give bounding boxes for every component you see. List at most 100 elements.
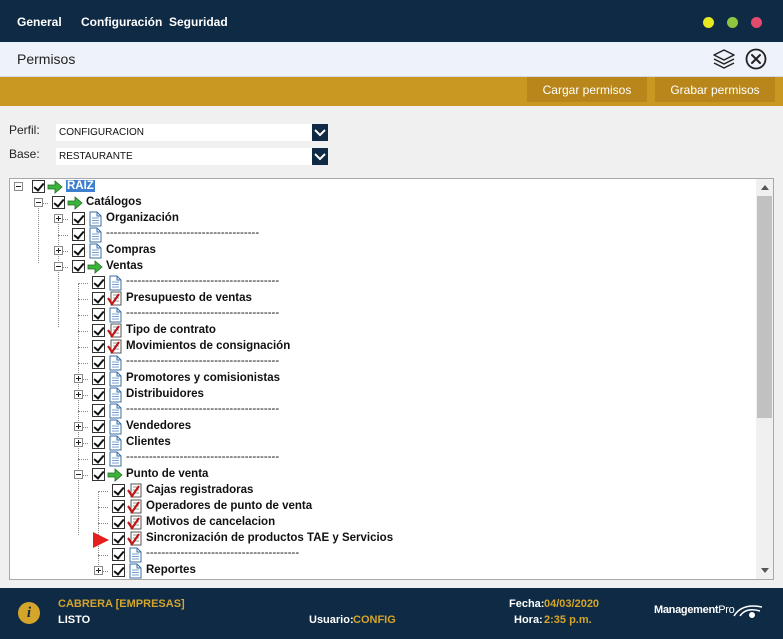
node-checkbox[interactable] xyxy=(112,532,125,545)
tree-node[interactable]: ---------------------------------------- xyxy=(10,307,750,323)
menu-configuracion[interactable]: Configuración xyxy=(81,15,162,29)
tree-node[interactable]: Distribuidores xyxy=(10,387,750,403)
menu-seguridad[interactable]: Seguridad xyxy=(169,15,228,29)
node-checkbox[interactable] xyxy=(72,212,85,225)
layers-icon[interactable] xyxy=(712,48,736,70)
tree-node[interactable]: RAIZ xyxy=(10,179,750,195)
node-checkbox[interactable] xyxy=(92,292,105,305)
node-checkbox[interactable] xyxy=(92,404,105,417)
node-checkbox[interactable] xyxy=(92,468,105,481)
tree-node[interactable]: Tipo de contrato xyxy=(10,323,750,339)
tree-node[interactable]: Ventas xyxy=(10,259,750,275)
collapse-icon[interactable] xyxy=(54,262,63,271)
permissions-tree[interactable]: RAIZ Catálogos Organización ---------------… xyxy=(9,178,774,580)
tree-node-label: Reportes xyxy=(146,564,196,576)
tree-scrollbar[interactable] xyxy=(756,179,773,579)
tree-node[interactable]: Promotores y comisionistas xyxy=(10,371,750,387)
document-icon xyxy=(129,547,142,563)
minimize-button[interactable] xyxy=(703,17,714,28)
node-checkbox[interactable] xyxy=(112,564,125,577)
chevron-down-icon[interactable] xyxy=(312,124,328,141)
expand-icon[interactable] xyxy=(54,214,63,223)
grabar-permisos-button[interactable]: Grabar permisos xyxy=(655,77,775,102)
tree-node[interactable]: Catálogos xyxy=(10,195,750,211)
tree-node[interactable]: Vendedores xyxy=(10,419,750,435)
document-icon xyxy=(109,419,122,435)
node-checkbox[interactable] xyxy=(72,244,85,257)
node-checkbox[interactable] xyxy=(92,356,105,369)
perfil-select[interactable]: CONFIGURACION xyxy=(56,124,328,141)
tree-node[interactable]: Motivos de cancelacion xyxy=(10,515,750,531)
scroll-up-icon[interactable] xyxy=(756,179,773,196)
document-icon xyxy=(109,435,122,451)
node-checkbox[interactable] xyxy=(92,372,105,385)
tree-node[interactable]: ---------------------------------------- xyxy=(10,227,750,243)
node-checkbox[interactable] xyxy=(92,452,105,465)
tree-node[interactable]: ---------------------------------------- xyxy=(10,547,750,563)
green-arrow-icon xyxy=(107,468,123,482)
pointer-arrow-icon xyxy=(93,532,109,548)
brand-logo: ManagementPro xyxy=(654,604,735,616)
tree-node[interactable]: Compras xyxy=(10,243,750,259)
expand-icon[interactable] xyxy=(94,566,103,575)
document-icon xyxy=(89,211,102,227)
tree-node[interactable]: Reportes xyxy=(10,563,750,579)
tree-node-label: Ventas xyxy=(106,260,144,272)
tree-separator: ---------------------------------------- xyxy=(126,275,280,287)
node-checkbox[interactable] xyxy=(92,420,105,433)
tree-separator: ---------------------------------------- xyxy=(126,451,280,463)
node-checkbox[interactable] xyxy=(72,228,85,241)
tree-node[interactable]: Cajas registradoras xyxy=(10,483,750,499)
tree-separator: ---------------------------------------- xyxy=(126,307,280,319)
tree-node[interactable]: ---------------------------------------- xyxy=(10,355,750,371)
collapse-icon[interactable] xyxy=(34,198,43,207)
base-select[interactable]: RESTAURANTE xyxy=(56,148,328,165)
tree-node[interactable]: Clientes xyxy=(10,435,750,451)
node-checkbox[interactable] xyxy=(92,388,105,401)
perfil-value: CONFIGURACION xyxy=(59,127,144,138)
node-checkbox[interactable] xyxy=(112,516,125,529)
node-checkbox[interactable] xyxy=(52,196,65,209)
green-arrow-icon xyxy=(47,180,63,194)
menu-general[interactable]: General xyxy=(17,15,62,29)
window-close-button[interactable] xyxy=(751,17,762,28)
document-icon xyxy=(109,355,122,371)
cargar-permisos-button[interactable]: Cargar permisos xyxy=(527,77,647,102)
node-checkbox[interactable] xyxy=(92,340,105,353)
tree-node[interactable]: Movimientos de consignación xyxy=(10,339,750,355)
document-icon xyxy=(109,387,122,403)
tree-node[interactable]: Presupuesto de ventas xyxy=(10,291,750,307)
node-checkbox[interactable] xyxy=(32,180,45,193)
scroll-thumb[interactable] xyxy=(757,196,772,418)
scroll-down-icon[interactable] xyxy=(756,562,773,579)
node-checkbox[interactable] xyxy=(92,276,105,289)
collapse-icon[interactable] xyxy=(74,470,83,479)
close-icon[interactable] xyxy=(745,48,767,70)
tree-node[interactable]: Operadores de punto de venta xyxy=(10,499,750,515)
base-value: RESTAURANTE xyxy=(59,151,133,162)
node-checkbox[interactable] xyxy=(92,308,105,321)
tree-node[interactable]: ---------------------------------------- xyxy=(10,451,750,467)
maximize-button[interactable] xyxy=(727,17,738,28)
perfil-label: Perfil: xyxy=(9,123,40,137)
expand-icon[interactable] xyxy=(74,374,83,383)
chevron-down-icon[interactable] xyxy=(312,148,328,165)
node-checkbox[interactable] xyxy=(112,484,125,497)
node-checkbox[interactable] xyxy=(112,500,125,513)
tree-node[interactable]: ---------------------------------------- xyxy=(10,403,750,419)
node-checkbox[interactable] xyxy=(92,436,105,449)
tree-node[interactable]: Punto de venta xyxy=(10,467,750,483)
node-checkbox[interactable] xyxy=(92,324,105,337)
tree-node[interactable]: Organización xyxy=(10,211,750,227)
tree-node[interactable]: ---------------------------------------- xyxy=(10,275,750,291)
tree-node-label: Promotores y comisionistas xyxy=(126,372,281,384)
node-checkbox[interactable] xyxy=(72,260,85,273)
node-checkbox[interactable] xyxy=(112,548,125,561)
expand-icon[interactable] xyxy=(54,246,63,255)
collapse-icon[interactable] xyxy=(14,182,23,191)
expand-icon[interactable] xyxy=(74,438,83,447)
expand-icon[interactable] xyxy=(74,390,83,399)
expand-icon[interactable] xyxy=(74,422,83,431)
tree-node[interactable]: Sincronización de productos TAE y Servic… xyxy=(10,531,750,547)
tree-node-label: Operadores de punto de venta xyxy=(146,500,313,512)
